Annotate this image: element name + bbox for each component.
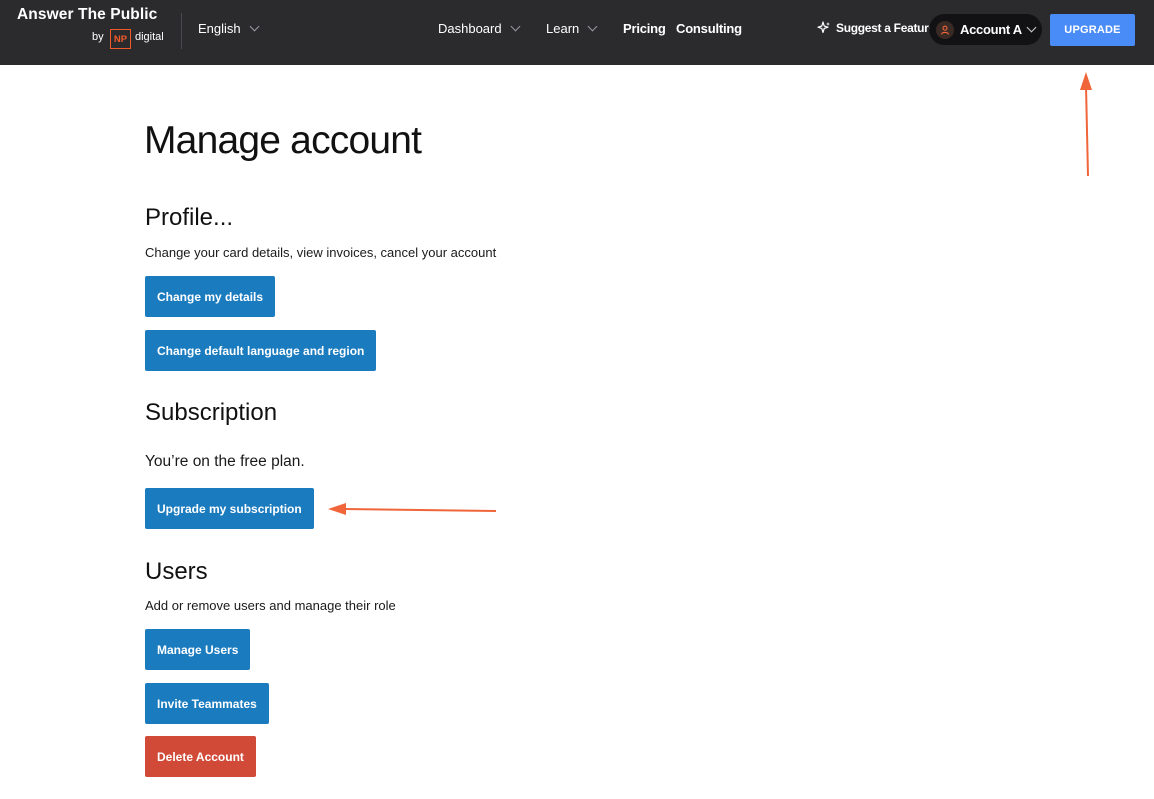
manage-users-button[interactable]: Manage Users bbox=[145, 629, 251, 670]
user-icon bbox=[936, 20, 954, 39]
arrow-up-annotation bbox=[1080, 72, 1092, 177]
chevron-down-icon bbox=[1026, 22, 1037, 33]
brand-by: by bbox=[92, 31, 104, 43]
page-title: Manage account bbox=[144, 119, 422, 162]
suggest-feature-link[interactable]: Suggest a Feature bbox=[817, 21, 935, 35]
nav-consulting[interactable]: Consulting bbox=[676, 21, 742, 36]
users-description: Add or remove users and manage their rol… bbox=[145, 598, 396, 613]
nav-pricing[interactable]: Pricing bbox=[623, 21, 666, 36]
brand-digital: digital bbox=[135, 31, 164, 43]
nav-learn-label: Learn bbox=[546, 21, 580, 36]
top-navbar: Answer The Public by NP digital English … bbox=[0, 0, 1154, 65]
language-label: English bbox=[198, 21, 241, 36]
language-selector[interactable]: English bbox=[198, 21, 260, 36]
brand-divider bbox=[181, 13, 182, 49]
sparkle-icon bbox=[817, 21, 830, 33]
profile-heading: Profile... bbox=[145, 204, 234, 231]
nav-dashboard-label: Dashboard bbox=[438, 21, 502, 36]
account-menu[interactable]: Account A bbox=[929, 14, 1042, 45]
chevron-down-icon bbox=[587, 21, 598, 32]
upgrade-subscription-button[interactable]: Upgrade my subscription bbox=[145, 488, 314, 529]
upgrade-button[interactable]: UPGRADE bbox=[1050, 14, 1135, 46]
nav-dashboard[interactable]: Dashboard bbox=[438, 21, 521, 36]
chevron-down-icon bbox=[510, 21, 521, 32]
subscription-heading: Subscription bbox=[145, 399, 278, 426]
change-language-button[interactable]: Change default language and region bbox=[145, 330, 377, 371]
arrow-left-annotation bbox=[328, 503, 497, 515]
suggest-feature-label: Suggest a Feature bbox=[836, 21, 935, 35]
plan-status-text: You’re on the free plan. bbox=[145, 453, 305, 470]
users-heading: Users bbox=[145, 558, 208, 585]
brand-logo[interactable]: Answer The Public by NP digital bbox=[17, 6, 167, 56]
nav-learn[interactable]: Learn bbox=[546, 21, 598, 36]
change-details-button[interactable]: Change my details bbox=[145, 276, 276, 317]
profile-description: Change your card details, view invoices,… bbox=[145, 245, 497, 260]
brand-name: Answer The Public bbox=[17, 6, 158, 23]
delete-account-button[interactable]: Delete Account bbox=[145, 736, 256, 777]
chevron-down-icon bbox=[249, 21, 260, 32]
np-digital-logo: NP bbox=[110, 29, 131, 49]
invite-teammates-button[interactable]: Invite Teammates bbox=[145, 683, 269, 724]
account-label: Account A bbox=[960, 22, 1022, 37]
